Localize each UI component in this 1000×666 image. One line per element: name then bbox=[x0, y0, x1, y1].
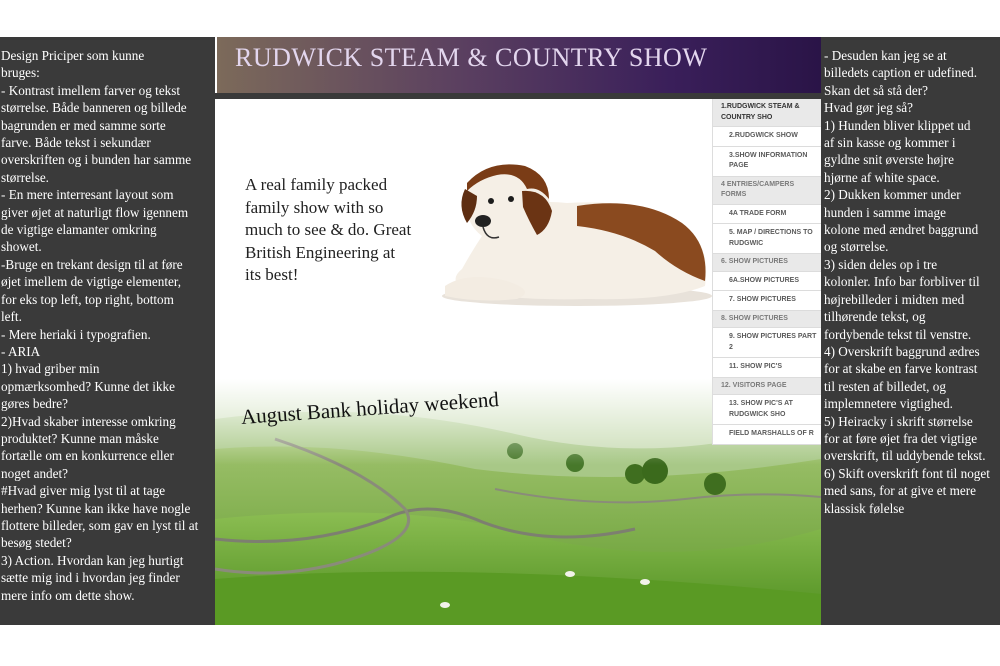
st-bernard-dog-image bbox=[442, 164, 712, 306]
nav-item-rudgwick-steam-country-show[interactable]: 1.RUDGWICK STEAM & COUNTRY SHO bbox=[713, 99, 821, 127]
right-notes-text: - Desuden kan jeg se at billedets captio… bbox=[824, 48, 990, 516]
page-bottom-space bbox=[0, 625, 1000, 666]
site-banner: RUDWICK STEAM & COUNTRY SHOW bbox=[217, 37, 821, 93]
nav-item-show-pictures-part-2[interactable]: 9. SHOW PICTURES PART 2 bbox=[713, 328, 821, 358]
nav-item-show-information-page[interactable]: 3.SHOW INFORMATION PAGE bbox=[713, 146, 821, 177]
nav-item-trade-form[interactable]: 4a TRADE FORM bbox=[713, 204, 821, 224]
left-notes-text: Design Priciper som kunne bruges: - Kont… bbox=[1, 48, 199, 603]
left-notes-panel: Design Priciper som kunne bruges: - Kont… bbox=[0, 37, 215, 625]
nav-item-show-pics-at-rudgwick[interactable]: 13. SHOW PIC'S AT RUDGWICK SHO bbox=[713, 395, 821, 425]
nav-item-show-pics-11[interactable]: 11. SHOW PIC'S bbox=[713, 358, 821, 378]
intro-text: A real family packed family show with so… bbox=[245, 175, 412, 284]
site-title[interactable]: RUDWICK STEAM & COUNTRY SHOW bbox=[235, 43, 707, 73]
right-notes-panel: - Desuden kan jeg se at billedets captio… bbox=[821, 37, 1000, 625]
nav-item-field-marshalls[interactable]: FIELD MARSHALLS OF R bbox=[713, 425, 821, 445]
nav-item-visitors-page[interactable]: 12. VISITORS PAGE bbox=[713, 377, 821, 395]
nav-item-show-pictures-7[interactable]: 7. SHOW PICTURES bbox=[713, 291, 821, 311]
nav-item-show-pictures-8[interactable]: 8. SHOW PICTURES bbox=[713, 310, 821, 328]
site-navigation: 1.RUDGWICK STEAM & COUNTRY SHO 2.RUDGWIC… bbox=[713, 99, 821, 445]
nav-item-map-directions[interactable]: 5. MAP / DIRECTIONS TO RUDGWIC bbox=[713, 224, 821, 254]
nav-item-entries-campers-forms[interactable]: 4 ENTRIES/CAMPERS FORMS bbox=[713, 176, 821, 205]
nav-item-show-pictures-6a[interactable]: 6a.SHOW PICTURES bbox=[713, 271, 821, 291]
nav-item-rudgwick-show[interactable]: 2.RUDGWICK SHOW bbox=[713, 127, 821, 147]
nav-item-show-pictures-6[interactable]: 6. SHOW PICTURES bbox=[713, 254, 821, 272]
